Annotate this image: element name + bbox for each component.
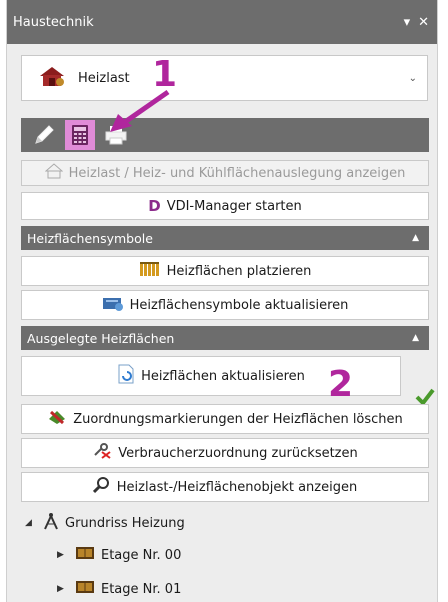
expand-toggle-icon[interactable]: ▶ [57, 550, 69, 560]
vdi-manager-button[interactable]: D VDI-Manager starten [21, 192, 429, 220]
update-symbols-label: Heizflächensymbole aktualisieren [129, 297, 349, 313]
refresh-radiator-icon [102, 295, 124, 315]
pencil-tool[interactable] [29, 120, 59, 150]
compass-icon [43, 512, 59, 534]
delete-markers-label: Zuordnungsmarkierungen der Heizflächen l… [73, 411, 403, 427]
vdi-manager-label: VDI-Manager starten [166, 198, 302, 214]
module-dropdown[interactable]: Heizlast ⌄ [21, 55, 428, 101]
annotation-arrow-icon [110, 89, 170, 132]
panel-titlebar: Haustechnik ▾ ✕ [7, 0, 437, 44]
house-outline-icon [44, 163, 63, 183]
section-ausgelegte-heizflaechen[interactable]: Ausgelegte Heizflächen ▲ [21, 326, 429, 350]
chevron-down-icon: ⌄ [408, 72, 417, 84]
panel-menu-icon[interactable]: ▾ [404, 15, 411, 30]
tree-item[interactable]: ▶ Etage Nr. 00 [57, 546, 181, 564]
place-heating-button[interactable]: Heizflächen platzieren [21, 256, 429, 286]
tree-root-label: Grundriss Heizung [65, 515, 185, 531]
radiator-icon [139, 261, 161, 281]
section-title-symbols: Heizflächensymbole [27, 230, 153, 246]
floor-icon [75, 580, 95, 598]
close-icon[interactable]: ✕ [418, 15, 429, 30]
magnifier-icon [92, 476, 111, 498]
show-heatload-button[interactable]: Heizlast / Heiz- und Kühlflächenauslegun… [21, 160, 429, 186]
dropdown-selected: Heizlast [78, 70, 130, 86]
reset-link-icon [92, 443, 112, 463]
tool-strip [21, 118, 429, 152]
reset-consumer-button[interactable]: Verbraucherzuordnung zurücksetzen [21, 438, 429, 468]
reset-consumer-label: Verbraucherzuordnung zurücksetzen [118, 445, 358, 461]
expand-toggle-icon[interactable]: ◢ [25, 518, 37, 528]
tree-root[interactable]: ◢ Grundriss Heizung [25, 512, 185, 534]
pencil-icon [35, 125, 54, 144]
update-heating-label: Heizflächen aktualisieren [141, 368, 305, 384]
tree-item[interactable]: ▶ Etage Nr. 01 [57, 580, 181, 598]
section-title-designed: Ausgelegte Heizflächen [27, 330, 175, 346]
annotation-number-2: 2 [328, 364, 354, 405]
delete-markers-button[interactable]: Zuordnungsmarkierungen der Heizflächen l… [21, 404, 429, 434]
place-heating-label: Heizflächen platzieren [166, 263, 312, 279]
haustechnik-panel: Haustechnik ▾ ✕ Heizlast ⌄ Heizlast / He… [6, 0, 438, 602]
update-symbols-button[interactable]: Heizflächensymbole aktualisieren [21, 290, 429, 320]
vdi-icon: D [148, 197, 161, 215]
document-refresh-icon [117, 364, 135, 388]
panel-title: Haustechnik [13, 14, 94, 30]
section-heizflaechensymbole[interactable]: Heizflächensymbole ▲ [21, 226, 429, 250]
tree-item-label: Etage Nr. 01 [101, 581, 182, 597]
calculator-tool[interactable] [65, 120, 95, 150]
collapse-caret-icon[interactable]: ▲ [412, 333, 419, 343]
calculator-icon [72, 125, 88, 145]
delete-marker-icon [47, 409, 67, 429]
expand-toggle-icon[interactable]: ▶ [57, 584, 69, 594]
collapse-caret-icon[interactable]: ▲ [412, 233, 419, 243]
house-icon [38, 65, 66, 91]
show-heatload-label: Heizlast / Heiz- und Kühlflächenauslegun… [68, 165, 406, 181]
tree-item-label: Etage Nr. 00 [101, 547, 182, 563]
floor-icon [75, 546, 95, 564]
show-object-label: Heizlast-/Heizflächenobjekt anzeigen [116, 479, 358, 495]
show-object-button[interactable]: Heizlast-/Heizflächenobjekt anzeigen [21, 472, 429, 502]
